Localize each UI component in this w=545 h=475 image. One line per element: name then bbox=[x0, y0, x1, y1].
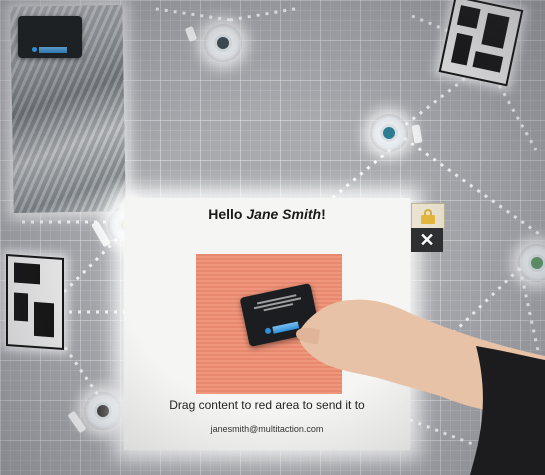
multitouch-table-scene: Hello Jane Smith! Drag content to red ar… bbox=[0, 0, 545, 475]
hand-photo bbox=[296, 299, 545, 475]
thumb-shape bbox=[296, 327, 320, 344]
sleeve-shape bbox=[470, 346, 545, 475]
